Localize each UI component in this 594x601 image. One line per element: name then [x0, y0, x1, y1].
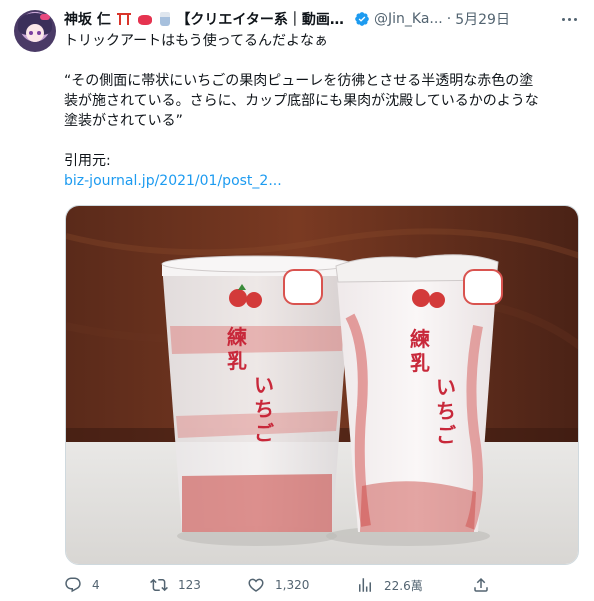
tweet-line: トリックアートはもう使ってるんだよなぁ: [64, 33, 329, 49]
author-name-text: 神坂 仁: [64, 12, 111, 28]
tweet-line: 塗装がされている”: [64, 113, 183, 129]
tweet-text: トリックアートはもう使ってるんだよなぁ “その側面に帯状にいちごの果肉ピューレを…: [64, 31, 579, 191]
more-icon[interactable]: [559, 9, 579, 29]
separator-dot: ·: [446, 11, 452, 27]
tweet-line: “その側面に帯状にいちごの果肉ピューレを彷彿とさせる半透明な赤色の塗: [64, 73, 534, 89]
svg-text:い: い: [254, 373, 274, 397]
svg-text:練: 練: [410, 327, 430, 351]
tweet-actions: 4 123 1,320 22.6萬: [64, 573, 504, 597]
source-link[interactable]: biz-journal.jp/2021/01/post_2...: [64, 171, 579, 191]
svg-text:い: い: [436, 375, 456, 399]
views-count: 22.6萬: [384, 578, 423, 593]
views-button[interactable]: 22.6萬: [356, 573, 423, 597]
svg-text:乳: 乳: [410, 351, 430, 375]
reply-count: 4: [92, 578, 100, 592]
tweet-date[interactable]: 5月29日: [455, 9, 510, 29]
retweet-count: 123: [178, 578, 201, 592]
svg-text:乳: 乳: [227, 349, 247, 373]
svg-text:ご: ご: [254, 421, 274, 445]
tweet-line: [64, 131, 579, 151]
svg-text:ち: ち: [436, 399, 456, 423]
author-handle[interactable]: @Jin_Ka...: [374, 11, 443, 27]
author-name-suffix: 【クリエイター系｜動画勢...: [176, 12, 349, 28]
reply-button[interactable]: 4: [64, 573, 100, 597]
photo-drink-cups: 練 乳 い ち ご 練 乳 い ち ご: [66, 206, 578, 564]
svg-text:ご: ご: [436, 423, 456, 447]
torii-emoji-icon: [116, 12, 131, 25]
tweet: 神坂 仁 【クリエイター系｜動画勢... @Jin_Ka... · 5月29日 …: [0, 0, 594, 601]
svg-text:練: 練: [227, 325, 247, 349]
ribbon-emoji-icon: [137, 15, 152, 25]
tweet-line: 装が施されている。さらに、カップ底部にも果肉が沈殿しているかのような: [64, 93, 539, 109]
retweet-icon: [150, 578, 168, 592]
retweet-button[interactable]: 123: [150, 573, 201, 597]
like-count: 1,320: [275, 578, 310, 592]
cup-emoji-icon: [159, 12, 170, 26]
verified-badge-icon[interactable]: [354, 11, 370, 27]
share-button[interactable]: [472, 573, 490, 597]
tweet-header: 神坂 仁 【クリエイター系｜動画勢... @Jin_Ka... · 5月29日: [64, 8, 579, 30]
heart-icon: [248, 578, 264, 592]
author-name[interactable]: 神坂 仁 【クリエイター系｜動画勢...: [64, 9, 349, 29]
views-icon: [359, 578, 371, 592]
svg-text:ち: ち: [254, 397, 274, 421]
reply-icon: [65, 577, 81, 593]
tweet-photo[interactable]: 練 乳 い ち ご 練 乳 い ち ご: [65, 205, 579, 565]
tweet-line: 引用元:: [64, 153, 111, 169]
avatar[interactable]: [14, 10, 56, 52]
like-button[interactable]: 1,320: [247, 573, 309, 597]
tweet-line: [64, 51, 579, 71]
share-icon: [474, 577, 488, 592]
